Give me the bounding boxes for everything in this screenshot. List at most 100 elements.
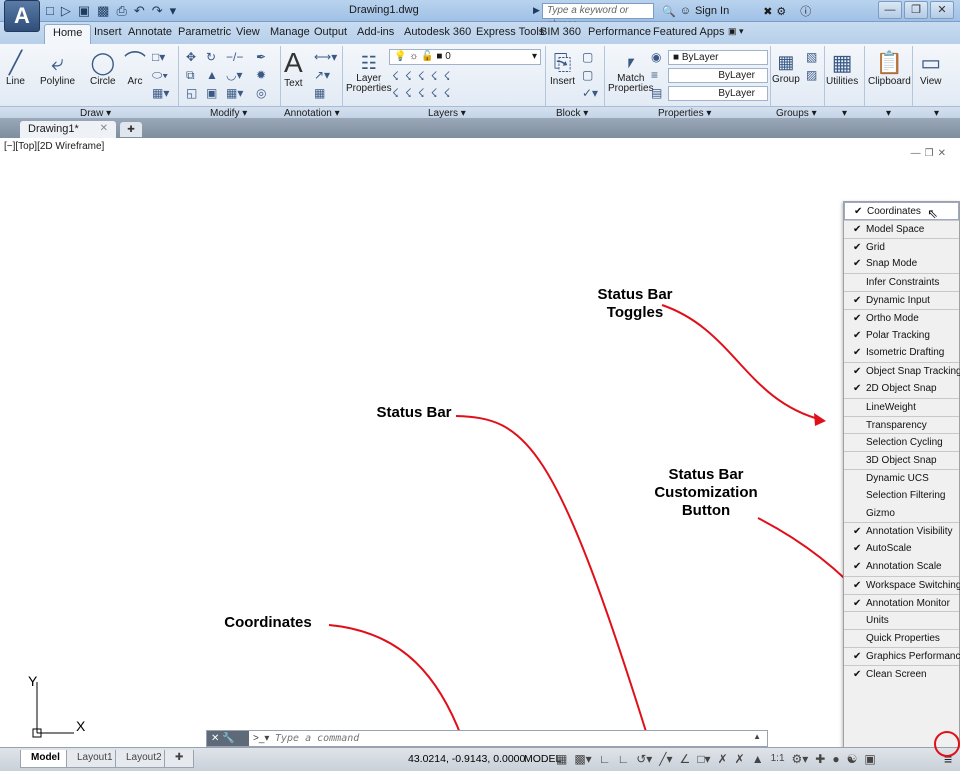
- label-status-bar: Status Bar: [376, 404, 452, 421]
- menu-item-ortho-mode[interactable]: ✔ Ortho Mode: [844, 308, 959, 327]
- menu-item-3d-object-snap[interactable]: 3D Object Snap: [844, 451, 959, 469]
- command-line: ✕ 🔧 >_▾ ▲: [206, 730, 768, 747]
- customize-wrench-icon[interactable]: 🔧: [222, 733, 234, 744]
- menu-item-label: LineWeight: [866, 401, 916, 413]
- menu-item-infer-constraints[interactable]: Infer Constraints: [844, 273, 959, 291]
- annotation-visibility-icon[interactable]: ✗: [718, 751, 728, 767]
- command-prompt-icon[interactable]: >_▾: [253, 731, 269, 746]
- menu-item-label: 2D Object Snap: [866, 382, 937, 394]
- clean-screen-icon[interactable]: ▣: [864, 751, 875, 767]
- close-command-line-icon[interactable]: ✕: [211, 733, 219, 744]
- status-bar-toggles: ▦ ▩▾ ∟ ∟ ↺▾ ╱▾ ∠ □▾ ✗ ✗ ▲ 1:1 ⚙▾ ✚ ● ☯ ▣: [556, 751, 876, 767]
- checkmark-icon: ✔: [853, 329, 862, 341]
- menu-item-label: Clean Screen: [866, 668, 927, 680]
- menu-item-2d-object-snap[interactable]: ✔ 2D Object Snap: [844, 380, 959, 398]
- object-snap-tracking-icon[interactable]: ∠: [680, 751, 691, 767]
- scale-label[interactable]: 1:1: [771, 751, 785, 767]
- menu-item-label: Transparency: [866, 419, 927, 431]
- workspace-gear-icon[interactable]: ⚙▾: [792, 751, 809, 767]
- arrow-status-bar-toggles: [661, 304, 823, 421]
- checkmark-icon: ✔: [853, 543, 862, 555]
- checkmark-icon: ✔: [853, 258, 862, 270]
- menu-item-isometric-drafting[interactable]: ✔ Isometric Drafting: [844, 344, 959, 362]
- menu-item-snap-mode[interactable]: ✔ Snap Mode: [844, 255, 959, 273]
- coordinates-display[interactable]: 43.0214, -0.9143, 0.0000: [408, 753, 525, 765]
- menu-item-label: Infer Constraints: [866, 277, 940, 289]
- menu-item-selection-cycling[interactable]: Selection Cycling: [844, 433, 959, 451]
- ucs-icon: [32, 682, 74, 738]
- layout-tab-model[interactable]: Model: [20, 750, 71, 768]
- label-status-bar-toggles: Status Bar Toggles: [597, 286, 673, 321]
- menu-item-label: Coordinates: [867, 206, 921, 217]
- add-layout-icon[interactable]: ✚: [164, 750, 195, 768]
- annotation-monitor-icon[interactable]: ✚: [815, 751, 825, 767]
- checkmark-icon: ✔: [853, 526, 862, 538]
- menu-item-label: Model Space: [866, 223, 925, 235]
- snap-mode-icon[interactable]: ▩▾: [574, 751, 591, 767]
- menu-item-label: Isometric Drafting: [866, 347, 945, 359]
- menu-item-lineweight[interactable]: LineWeight: [844, 397, 959, 416]
- autocad-window: A □ ▷ ▣ ▩ ⎙ ↶ ↷ ▾ Drawing1.dwg ▶ Type a …: [0, 0, 960, 771]
- menu-item-dynamic-input[interactable]: ✔ Dynamic Input: [844, 290, 959, 309]
- menu-item-dynamic-ucs[interactable]: Dynamic UCS: [844, 468, 959, 487]
- menu-item-label: Grid: [866, 241, 885, 253]
- menu-item-label: Quick Properties: [866, 633, 940, 645]
- checkmark-icon: ✔: [853, 560, 862, 572]
- grid-icon[interactable]: ▦: [556, 751, 567, 767]
- menu-item-label: Ortho Mode: [866, 312, 919, 324]
- status-bar-customization-menu: ✔ Coordinates ⇖ ✔ Model Space ✔ Grid ✔ Snap Mode…: [843, 201, 960, 751]
- menu-item-clean-screen[interactable]: ✔ Clean Screen: [844, 664, 959, 683]
- infer-constraints-icon[interactable]: ∟: [599, 751, 611, 767]
- menu-item-quick-properties[interactable]: Quick Properties: [844, 629, 959, 647]
- menu-item-annotation-scale[interactable]: ✔ Annotation Scale: [844, 558, 959, 576]
- units-icon[interactable]: ☯: [847, 751, 858, 767]
- checkmark-icon: ✔: [853, 366, 862, 378]
- menu-item-label: Graphics Performance: [866, 650, 960, 662]
- checkmark-icon: ✔: [853, 294, 862, 306]
- command-history-icon[interactable]: ▲: [753, 732, 761, 741]
- graphics-performance-icon[interactable]: ●: [832, 751, 839, 767]
- ortho-icon[interactable]: ∟: [617, 751, 629, 767]
- menu-item-gizmo[interactable]: Gizmo: [844, 505, 959, 523]
- menu-item-workspace-switching[interactable]: ✔ Workspace Switching: [844, 575, 960, 594]
- menu-item-label: Annotation Monitor: [866, 597, 950, 609]
- menu-item-label: Units: [866, 615, 889, 627]
- checkmark-icon: ✔: [853, 668, 862, 680]
- checkmark-icon: ✔: [853, 382, 862, 394]
- customization-button-highlight: [934, 731, 960, 757]
- menu-item-label: 3D Object Snap: [866, 455, 937, 467]
- checkmark-icon: ✔: [853, 312, 862, 324]
- menu-item-autoscale[interactable]: ✔ AutoScale: [844, 540, 959, 558]
- menu-item-label: Annotation Scale: [866, 560, 942, 572]
- checkmark-icon: ✔: [853, 597, 862, 609]
- annotation-scale-icon[interactable]: ▲: [752, 751, 764, 767]
- menu-item-label: Workspace Switching: [866, 579, 960, 591]
- arrowhead-toggles: [814, 413, 826, 426]
- label-status-bar-customization-button: Status Bar Customization Button: [654, 466, 758, 519]
- menu-item-units[interactable]: Units: [844, 611, 959, 629]
- checkmark-icon: ✔: [853, 241, 862, 253]
- menu-item-annotation-visibility[interactable]: ✔ Annotation Visibility: [844, 522, 959, 540]
- menu-item-transparency[interactable]: Transparency: [844, 415, 959, 434]
- autoscale-icon[interactable]: ✗: [735, 751, 745, 767]
- command-input[interactable]: [275, 731, 745, 746]
- annotation-overlay: [32, 304, 950, 746]
- menu-item-grid[interactable]: ✔ Grid: [844, 237, 959, 256]
- menu-item-object-snap-tracking[interactable]: ✔ Object Snap Tracking: [844, 362, 960, 380]
- menu-item-coordinates[interactable]: ✔ Coordinates ⇖: [844, 202, 959, 221]
- label-coordinates: Coordinates: [224, 614, 312, 631]
- arrow-status-bar: [455, 415, 649, 739]
- menu-item-graphics-performance[interactable]: ✔ Graphics Performance: [844, 646, 960, 665]
- application-menu-button[interactable]: A: [4, 0, 40, 32]
- menu-item-label: Selection Cycling: [866, 437, 943, 449]
- polar-tracking-icon[interactable]: ↺▾: [636, 751, 652, 767]
- isometric-icon[interactable]: ╱▾: [659, 751, 672, 767]
- menu-item-model-space[interactable]: ✔ Model Space: [844, 219, 959, 238]
- menu-item-label: Gizmo: [866, 507, 895, 519]
- menu-item-polar-tracking[interactable]: ✔ Polar Tracking: [844, 327, 959, 345]
- menu-item-selection-filtering[interactable]: Selection Filtering: [844, 487, 959, 505]
- command-line-grip[interactable]: ✕ 🔧: [207, 731, 249, 746]
- arrow-coordinates: [328, 624, 463, 739]
- object-snap-icon[interactable]: □▾: [697, 751, 710, 767]
- menu-item-annotation-monitor[interactable]: ✔ Annotation Monitor: [844, 593, 959, 612]
